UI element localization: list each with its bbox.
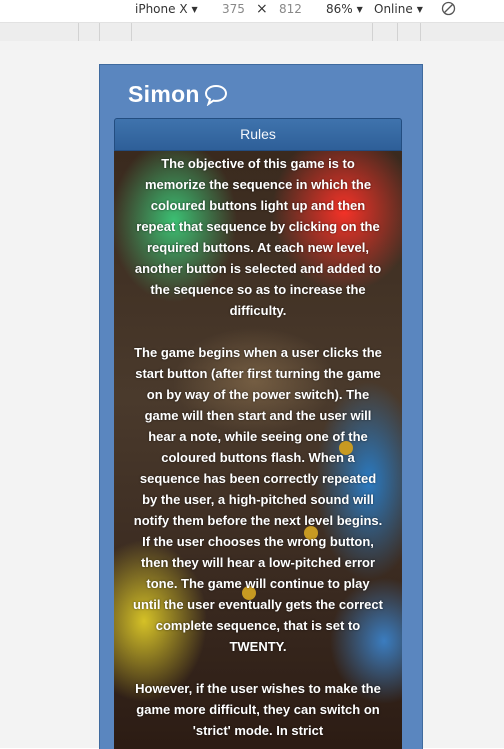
rotate-icon[interactable] bbox=[441, 1, 456, 19]
chevron-down-icon: ▼ bbox=[191, 5, 198, 14]
chevron-down-icon: ▼ bbox=[416, 5, 423, 14]
rules-paragraph: However, if the user wishes to make the … bbox=[135, 681, 381, 738]
app-brand[interactable]: Simon bbox=[128, 81, 228, 108]
device-name: iPhone X bbox=[135, 2, 188, 16]
height-input[interactable]: 812 bbox=[279, 2, 302, 16]
chevron-down-icon: ▼ bbox=[356, 5, 363, 14]
device-toolbar: iPhone X ▼ 375 × 812 86% ▼ Online ▼ bbox=[0, 0, 504, 21]
phone-viewport: Simon Rules The objective of this game i… bbox=[99, 64, 423, 749]
rules-panel: The objective of this game is to memoriz… bbox=[114, 151, 402, 749]
network-value: Online bbox=[374, 2, 413, 16]
network-select[interactable]: Online ▼ bbox=[374, 2, 423, 16]
rules-paragraph: The game begins when a user clicks the s… bbox=[133, 345, 383, 654]
media-query-ruler bbox=[0, 22, 504, 42]
rules-paragraph: The objective of this game is to memoriz… bbox=[134, 156, 382, 318]
width-input[interactable]: 375 bbox=[222, 2, 245, 16]
app-title: Simon bbox=[128, 81, 200, 107]
zoom-value: 86% bbox=[326, 2, 353, 16]
device-select[interactable]: iPhone X ▼ bbox=[135, 2, 198, 16]
zoom-select[interactable]: 86% ▼ bbox=[326, 2, 363, 16]
dimension-separator: × bbox=[256, 1, 268, 17]
rules-heading[interactable]: Rules bbox=[114, 118, 402, 151]
speech-bubble-icon bbox=[204, 84, 228, 106]
rules-text: The objective of this game is to memoriz… bbox=[132, 153, 384, 749]
